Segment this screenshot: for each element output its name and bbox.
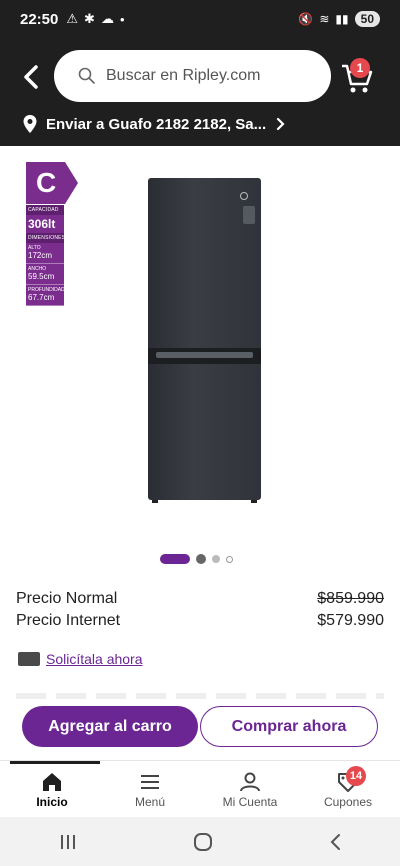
cart-count-badge: 1 [350,58,370,78]
location-pin-icon [23,115,37,133]
cloud-icon: ☁ [100,11,114,26]
width-label: ANCHO [28,266,47,272]
menu-icon [141,775,159,789]
price-internet-row: Precio Internet $579.990 [16,610,384,632]
dot-icon: • [119,11,125,27]
nav-label-coupons: Cupones [323,795,373,809]
price-internet-label: Precio Internet [16,612,121,629]
nav-item-account[interactable]: Mi Cuenta [200,769,300,809]
notification-icons: ⚠ ✱ ☁ • [66,11,124,27]
nav-label-menu: Menú [134,795,166,809]
wifi-icon: ≋ [319,12,330,26]
buy-now-button[interactable]: Comprar ahora [200,706,378,747]
energy-label: C CAPACIDAD 306lt DIMENSIONES ALTO 172cm… [26,162,78,306]
capacity-value: 306lt [28,217,56,231]
nav-active-indicator [10,761,100,764]
divider [16,693,384,699]
price-normal-row: Precio Normal $859.990 [16,588,384,610]
request-card-link[interactable]: Solicítala ahora [46,651,143,667]
capacity-label: CAPACIDAD [26,205,64,215]
header: Buscar en Ripley.com 1 Enviar a Guafo 21… [0,38,400,146]
carousel-dot-active[interactable] [160,554,190,564]
recent-apps-icon[interactable] [58,833,78,851]
carousel-dot[interactable] [196,554,206,564]
status-time: 22:50 [20,10,59,28]
user-icon [240,772,260,792]
search-input[interactable]: Buscar en Ripley.com [54,50,331,102]
energy-class: C [26,162,78,204]
coupon-count-badge: 14 [346,766,366,786]
shipping-text: Enviar a Guafo 2182 2182, Sa... [46,115,267,133]
door-handle [156,352,253,358]
price-normal-value: $859.990 [317,590,384,607]
credit-card-offer: Solicítala ahora [18,651,143,667]
signal-icon: ▮▮ [335,12,349,26]
battery-indicator: 50 [354,11,380,27]
home-button-icon[interactable] [193,832,213,852]
depth-value: 67.7cm [26,293,64,306]
search-icon [78,67,95,84]
image-carousel-dots [160,554,233,564]
price-block: Precio Normal $859.990 Precio Internet $… [16,588,384,632]
height-label: ALTO [28,245,41,251]
carousel-dot[interactable] [212,555,220,563]
control-panel [243,206,255,224]
warning-icon: ⚠ [66,11,79,26]
nav-item-home[interactable]: Inicio [2,769,102,809]
settings-icon: ✱ [84,11,95,26]
system-back-icon[interactable] [328,832,342,852]
mute-icon: 🔇 [298,12,314,26]
price-internet-value: $579.990 [317,612,384,629]
chevron-right-icon [277,117,285,131]
back-arrow-icon[interactable] [18,62,44,92]
width-value: 59.5cm [26,272,64,285]
system-icons: 🔇 ≋ ▮▮ 50 [298,11,380,27]
depth-label: PROFUNDIDAD [28,287,65,293]
product-image[interactable] [148,178,261,503]
credit-card-icon [18,652,40,666]
energy-specs: CAPACIDAD 306lt DIMENSIONES ALTO 172cm A… [26,205,66,306]
dimensions-label: DIMENSIONES [26,233,66,243]
carousel-dot[interactable] [226,555,233,563]
status-bar: 22:50 ⚠ ✱ ☁ • 🔇 ≋ ▮▮ 50 [0,0,400,38]
shipping-address[interactable]: Enviar a Guafo 2182 2182, Sa... [22,114,286,134]
price-normal-label: Precio Normal [16,590,118,607]
add-to-cart-button[interactable]: Agregar al carro [22,706,198,747]
fridge-foot [251,500,257,503]
home-icon [43,773,61,791]
height-value: 172cm [26,251,64,264]
nav-item-menu[interactable]: Menú [100,769,200,809]
bottom-nav: Inicio Menú Mi Cuenta Cupones [0,760,400,817]
brand-logo-icon [240,192,248,200]
search-placeholder: Buscar en Ripley.com [106,67,261,84]
fridge-foot [152,500,158,503]
nav-label-account: Mi Cuenta [222,795,278,809]
system-nav-bar [0,817,400,866]
nav-label-home: Inicio [36,795,68,809]
